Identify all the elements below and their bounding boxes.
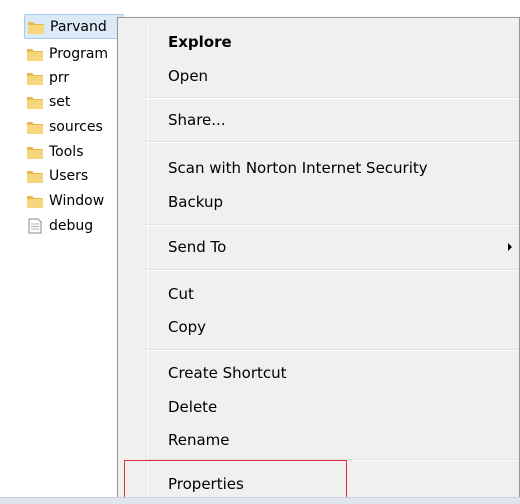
menu-item-open[interactable]: Open bbox=[146, 60, 516, 92]
menu-item-delete[interactable]: Delete bbox=[146, 391, 516, 423]
folder-icon bbox=[27, 121, 43, 134]
menu-item-label: Cut bbox=[168, 285, 194, 303]
chevron-right-icon bbox=[508, 243, 512, 251]
document-icon bbox=[28, 218, 42, 233]
menu-item-label: Delete bbox=[168, 398, 218, 416]
menu-item-rename[interactable]: Rename bbox=[146, 424, 516, 456]
folder-icon bbox=[27, 195, 43, 208]
menu-separator bbox=[146, 224, 517, 226]
file-name: Parvand bbox=[50, 18, 107, 35]
menu-separator bbox=[146, 269, 517, 271]
menu-item-label: Share... bbox=[168, 111, 226, 129]
file-name: debug bbox=[49, 217, 94, 234]
menu-item-label: Send To bbox=[168, 238, 227, 256]
menu-item-cut[interactable]: Cut bbox=[146, 278, 516, 310]
menu-item-share[interactable]: Share... bbox=[146, 104, 516, 136]
context-menu: Explore Open Share... Scan with Norton I… bbox=[117, 17, 520, 501]
file-name: Window bbox=[49, 192, 105, 209]
menu-item-label: Scan with Norton Internet Security bbox=[168, 159, 428, 177]
folder-icon bbox=[27, 146, 43, 159]
file-name: sources bbox=[49, 118, 103, 135]
folder-icon bbox=[27, 72, 43, 85]
file-name: Users bbox=[49, 167, 89, 184]
menu-item-label: Backup bbox=[168, 193, 223, 211]
folder-icon bbox=[27, 48, 43, 61]
file-list: Parvand Program prr set sources Tools Us… bbox=[0, 0, 125, 504]
folder-icon bbox=[28, 21, 44, 34]
menu-separator bbox=[146, 141, 517, 143]
file-name: Program bbox=[49, 45, 109, 62]
menu-item-copy[interactable]: Copy bbox=[146, 311, 516, 343]
file-name: prr bbox=[49, 69, 70, 86]
file-item-program[interactable]: Program bbox=[26, 41, 126, 66]
menu-separator bbox=[146, 349, 517, 351]
menu-item-create-shortcut[interactable]: Create Shortcut bbox=[146, 357, 516, 389]
folder-icon bbox=[27, 96, 43, 109]
file-item-sources[interactable]: sources bbox=[26, 114, 126, 139]
menu-item-label: Copy bbox=[168, 318, 207, 336]
properties-highlight-box bbox=[124, 460, 347, 499]
status-strip bbox=[0, 497, 520, 504]
menu-item-scan-norton[interactable]: Scan with Norton Internet Security bbox=[146, 152, 516, 184]
menu-item-label: Create Shortcut bbox=[168, 364, 287, 382]
file-item-prr[interactable]: prr bbox=[26, 65, 126, 90]
file-item-windows[interactable]: Window bbox=[26, 188, 126, 213]
menu-item-backup[interactable]: Backup bbox=[146, 186, 516, 218]
menu-item-label: Explore bbox=[168, 33, 232, 51]
menu-separator bbox=[146, 97, 517, 99]
menu-item-explore[interactable]: Explore bbox=[146, 26, 516, 58]
file-item-users[interactable]: Users bbox=[26, 163, 126, 188]
menu-item-label: Open bbox=[168, 67, 209, 85]
file-name: set bbox=[49, 93, 71, 110]
menu-item-send-to[interactable]: Send To bbox=[146, 231, 516, 263]
file-item-parvand[interactable]: Parvand bbox=[24, 14, 124, 39]
file-item-tools[interactable]: Tools bbox=[26, 139, 126, 164]
file-item-debug[interactable]: debug bbox=[26, 213, 126, 238]
file-item-set[interactable]: set bbox=[26, 89, 126, 114]
folder-icon bbox=[27, 170, 43, 183]
file-name: Tools bbox=[49, 143, 84, 160]
menu-item-label: Rename bbox=[168, 431, 230, 449]
